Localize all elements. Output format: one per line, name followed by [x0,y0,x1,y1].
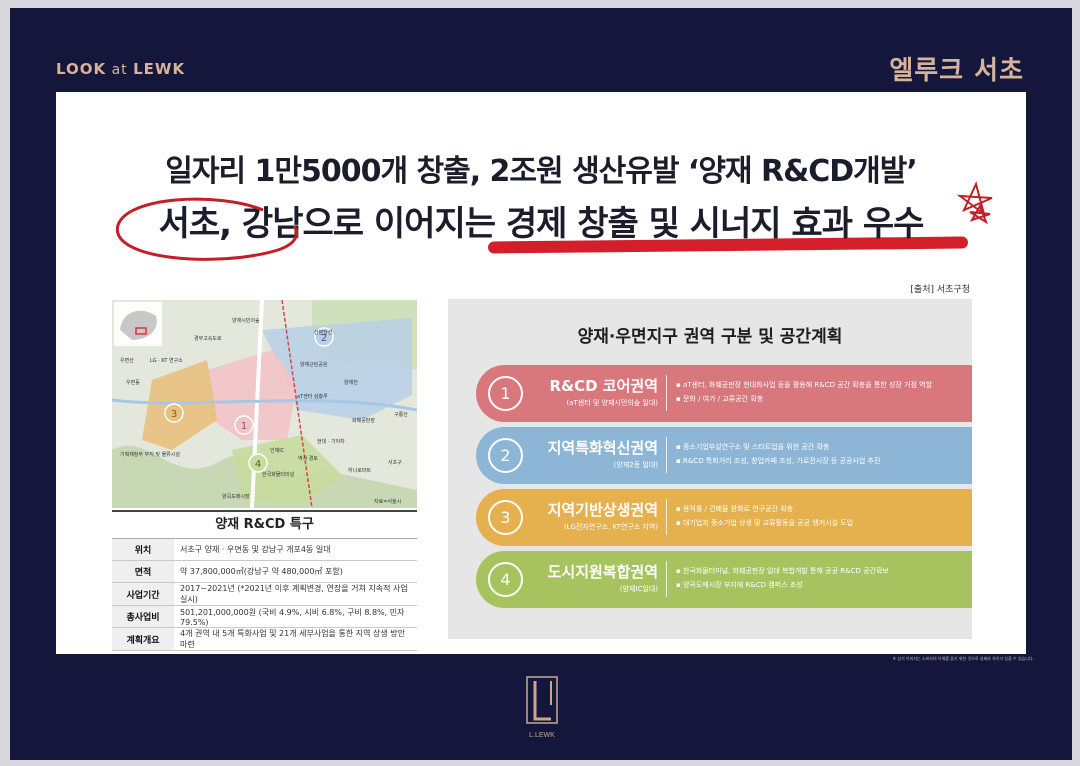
map-label: LG · KT 연구소 [150,357,183,364]
zone-card-2: 2 지역특화혁신권역 (양재2동 일대) 중소기업부설연구소 및 스타트업을 위… [476,427,972,484]
map-label: 한국화물터미널 [262,471,295,478]
zone-card-3: 3 지역기반상생권역 (LG전자연구소, KT연구소 지역) 용적률 / 건폐율… [476,489,972,546]
zone-number: 1 [488,376,523,411]
source-label: [출처] 서초구청 [910,285,970,295]
zone-card-1: 1 R&CD 코어권역 (aT센터 및 양재시민의숲 일대) aT센터, 화훼공… [476,365,972,422]
zone-number: 4 [488,562,523,597]
panel-title: 양재·우면지구 권역 구분 및 공간계획 [577,327,843,347]
map-label: 양재근린공원 [300,361,328,368]
zone-name: R&CD 코어권역 [549,377,658,395]
map-label: 현대 · 기아차 [317,438,345,445]
map-label: 역사 경토 [298,455,318,462]
zone-name: 도시지원복합권역 [547,563,658,581]
map-label: 인재IC [270,447,285,454]
map-label: 경부고속도로 [194,335,222,342]
content-sheet: 일자리 1만5000개 창출, 2조원 생산유발 ‘양재 R&CD개발’ 서초,… [56,92,1026,654]
map-label: 구룡산 [394,411,408,418]
map-zone-3-number: 3 [171,409,177,420]
map-graphic: 2 1 3 4 양재시민의숲 LG · KT 연구소 양재근린공원 aT센터 삼… [112,300,417,508]
map-label: 서초구 [388,459,402,466]
lewk-logo: L.LEWK [521,675,563,743]
brand-look-at-lewk: LOOK at LEWK [56,60,186,78]
map-label: 양곡도매시장 [222,493,250,500]
zone-items: 한국화물터미널, 화훼공판장 일대 복합개발 통해 공공 R&CD 공간확보 양… [676,564,889,592]
zone-name: 지역기반상생권역 [547,501,658,519]
logo-text: L.LEWK [529,732,555,739]
zone-items: 중소기업부설연구소 및 스타트업을 위한 공간 확충 R&CD 특화거리 조성,… [676,440,880,468]
table-row: 총사업비 501,201,000,000원 (국비 4.9%, 시비 6.8%, … [112,605,417,628]
map-label: 하나로마트 [348,467,371,474]
map-label: 우면동 [126,379,140,386]
rd-zone-table: 양재 R&CD 특구 위치 서초구 양재 · 우면동 및 강남구 개포4동 일대 … [112,510,417,651]
zone-sub: (LG전자연구소, KT연구소 지역) [563,523,658,531]
map-zone-4-number: 4 [255,459,261,470]
red-circle-mark [116,197,299,261]
zone-sub: (aT센터 및 양재시민의숲 일대) [566,399,658,407]
table-row: 면적 약 37,800,000㎡(강남구 약 480,000㎡ 포함) [112,560,417,583]
table-row: 사업기간 2017~2021년 (*2021년 이후 계획변경, 연장을 거쳐 지… [112,582,417,606]
headline-line-1: 일자리 1만5000개 창출, 2조원 생산유발 ‘양재 R&CD개발’ [165,154,917,189]
map-label: 우면산 [120,357,134,364]
brand-title: 엘루크 서초 [889,56,1024,86]
zones-panel: 양재·우면지구 권역 구분 및 공간계획 1 R&CD 코어권역 (aT센터 및… [448,299,972,639]
table-row: 위치 서초구 양재 · 우면동 및 강남구 개포4동 일대 [112,539,417,561]
map-label: aT센터 삼흥루 [297,393,328,400]
star-doodle-icon [956,181,993,225]
map-zone-1-number: 1 [241,421,247,432]
background-frame: LOOK at LEWK 엘루크 서초 일자리 1만5000개 창출, 2조원 … [10,8,1072,760]
zone-number: 3 [488,500,523,535]
table-row: 계획개요 4개 권역 내 5개 특화사업 및 21개 세부사업을 통한 지역 상생… [112,627,417,651]
zone-items: aT센터, 화훼공판장 현대화사업 등을 활용해 R&CD 공간 확충을 통한 … [676,378,932,406]
map-label: 기획재정부 부지 및 물류시설 [120,451,180,458]
zone-name: 지역특화혁신권역 [547,439,658,457]
map-label: 화훼공판장 [352,417,375,424]
footnote: ※ 상기 이미지는 소비자의 이해를 돕기 위한 것으로 실제와 차이가 있을 … [892,656,1034,661]
zone-items: 용적률 / 건폐율 완화로 연구공간 확충 대기업과 중소기업 상생 및 교류활… [676,502,853,530]
zone-sub: (양재2동 일대) [613,461,658,469]
map-credit: 자료=서울시 [374,498,401,505]
map-label: 양재시민의숲 [232,317,260,324]
zone-number: 2 [488,438,523,473]
table-title: 양재 R&CD 특구 [112,510,417,539]
map-label: 신분당선 [314,329,333,336]
zone-sub: (양재IC일대) [619,585,658,593]
lewk-logo-icon: L.LEWK [526,676,558,739]
zone-card-4: 4 도시지원복합권역 (양재IC일대) 한국화물터미널, 화훼공판장 일대 복합… [476,551,972,608]
region-map: 2 1 3 4 양재시민의숲 LG · KT 연구소 양재근린공원 aT센터 삼… [112,300,417,508]
map-label: 양재천 [344,379,358,386]
